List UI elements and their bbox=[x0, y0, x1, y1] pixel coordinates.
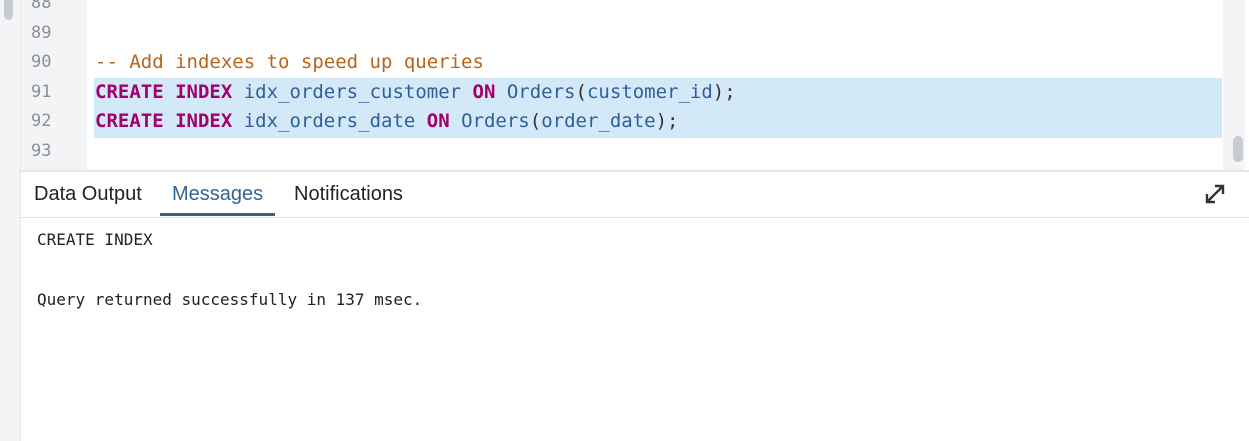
code-token: INDEX bbox=[175, 110, 233, 133]
code-token: ON bbox=[426, 110, 450, 133]
editor-scrollbar-thumb[interactable] bbox=[1233, 136, 1243, 162]
code-token: ); bbox=[712, 80, 736, 103]
line-number: 91 bbox=[31, 81, 52, 102]
message-line-2: Query returned successfully in 137 msec. bbox=[37, 290, 423, 309]
code-token: idx_orders_customer bbox=[232, 80, 473, 103]
outer-scrollbar-thumb[interactable] bbox=[4, 0, 13, 20]
line-number: 90 bbox=[31, 52, 52, 73]
line-number: 89 bbox=[31, 22, 52, 43]
code-token: customer_id bbox=[586, 80, 713, 103]
code-token: ( bbox=[529, 110, 542, 133]
code-line: 90 -- Add indexes to speed up queries bbox=[21, 47, 1249, 77]
results-panel: Data Output Messages Notifications CREAT… bbox=[21, 170, 1249, 441]
code-token: CREATE bbox=[95, 110, 164, 133]
tab-notifications[interactable]: Notifications bbox=[282, 172, 415, 216]
code-token: ); bbox=[655, 110, 679, 133]
code-token: -- Add indexes to speed up queries bbox=[95, 51, 484, 74]
tab-data-output[interactable]: Data Output bbox=[22, 172, 154, 216]
line-number: 88 bbox=[31, 0, 52, 13]
code-line: 93 bbox=[21, 136, 1249, 166]
code-line: 91 CREATE INDEX idx_orders_customer ON Or… bbox=[21, 77, 1249, 107]
line-number: 93 bbox=[31, 141, 52, 161]
code-line: 92 CREATE INDEX idx_orders_date ON Orders… bbox=[21, 106, 1249, 136]
code-text: CREATE INDEX idx_orders_customer ON Orde… bbox=[95, 77, 736, 107]
code-line: 88 bbox=[21, 0, 1249, 18]
code-token: Orders bbox=[449, 110, 530, 133]
code-token: ( bbox=[575, 80, 587, 103]
code-token: Orders bbox=[495, 80, 576, 103]
outer-scrollbar[interactable] bbox=[0, 0, 21, 441]
code-text: CREATE INDEX idx_orders_date ON Orders(o… bbox=[95, 106, 678, 136]
tab-messages[interactable]: Messages bbox=[160, 172, 276, 216]
code-token: idx_orders_date bbox=[232, 110, 427, 133]
line-number: 92 bbox=[31, 111, 52, 132]
code-token: order_date bbox=[541, 110, 656, 133]
code-token: INDEX bbox=[175, 80, 233, 103]
sql-editor[interactable]: 88 89 90 -- Add indexes to speed up queries… bbox=[21, 0, 1249, 170]
message-line-1: CREATE INDEX bbox=[37, 230, 153, 249]
code-token: CREATE bbox=[95, 80, 164, 103]
expand-arrows-icon[interactable] bbox=[1201, 180, 1229, 208]
code-token: ON bbox=[472, 80, 496, 103]
code-line: 89 bbox=[21, 18, 1249, 48]
code-text: -- Add indexes to speed up queries bbox=[95, 47, 484, 77]
results-tabs: Data Output Messages Notifications bbox=[21, 172, 1249, 218]
